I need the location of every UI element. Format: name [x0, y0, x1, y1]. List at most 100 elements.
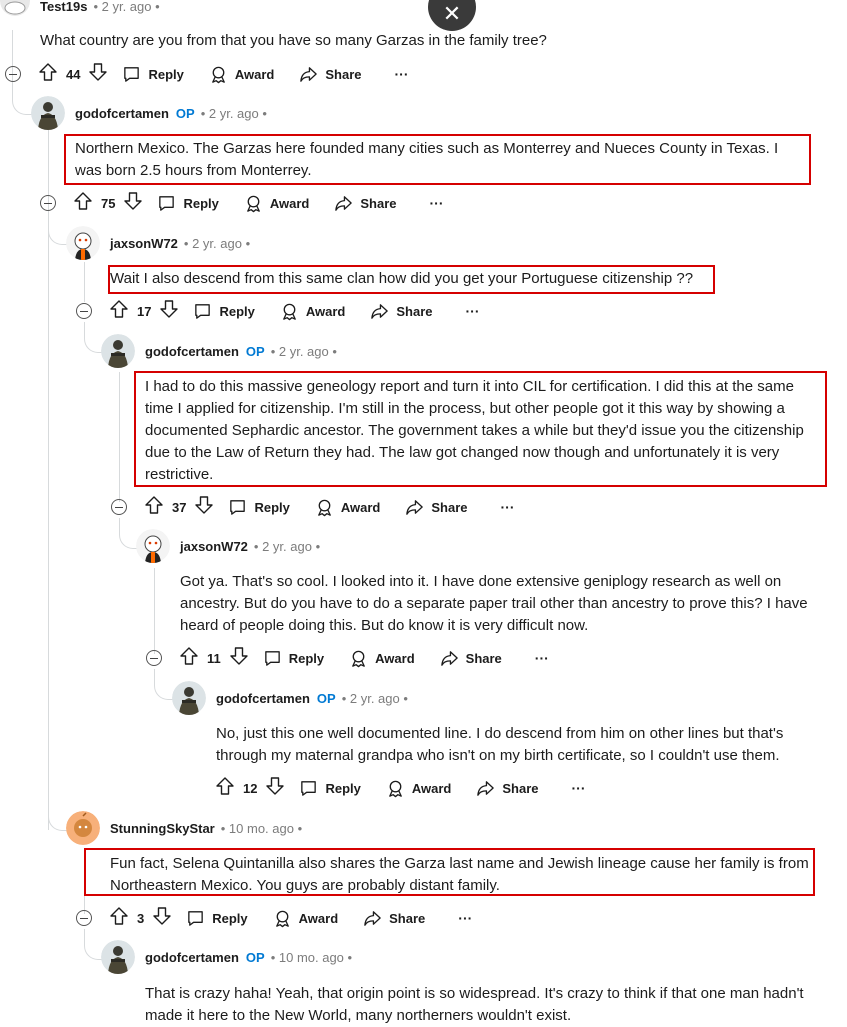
author-name[interactable]: godofcertamen: [216, 691, 310, 706]
downvote-button[interactable]: [194, 495, 214, 520]
comment-meta: jaxsonW72 • 2 yr. ago •: [110, 233, 250, 253]
award-button[interactable]: Award: [349, 649, 415, 668]
upvote-button[interactable]: [215, 776, 235, 801]
comment-actions: 17 Reply Award Share ···: [76, 297, 480, 325]
comment-meta: godofcertamen OP • 2 yr. ago •: [216, 688, 408, 708]
author-name[interactable]: godofcertamen: [145, 344, 239, 359]
downvote-icon: [124, 191, 143, 210]
comment-actions: 44 Reply Award Share ···: [5, 60, 409, 88]
comment-actions: 3 Reply Award Share ···: [76, 904, 472, 932]
downvote-button[interactable]: [123, 191, 143, 216]
comment-actions: 12 Reply Award Share ···: [215, 774, 586, 802]
collapse-thread-button[interactable]: [111, 499, 127, 515]
share-button[interactable]: Share: [299, 65, 362, 84]
share-button[interactable]: Share: [363, 909, 425, 928]
timestamp[interactable]: • 2 yr. ago •: [271, 344, 337, 359]
share-button[interactable]: Share: [440, 649, 502, 668]
more-options-button[interactable]: ···: [395, 66, 409, 82]
award-icon: [283, 303, 296, 320]
more-options-button[interactable]: ···: [466, 303, 480, 319]
comment-body: Fun fact, Selena Quintanilla also shares…: [110, 855, 809, 894]
reply-button[interactable]: Reply: [193, 302, 255, 321]
more-options-button[interactable]: ···: [535, 650, 549, 666]
avatar[interactable]: [66, 811, 100, 845]
timestamp[interactable]: • 2 yr. ago •: [254, 539, 320, 554]
collapse-thread-button[interactable]: [76, 910, 92, 926]
timestamp[interactable]: • 2 yr. ago •: [93, 0, 159, 14]
timestamp[interactable]: • 10 mo. ago •: [271, 950, 352, 965]
downvote-button[interactable]: [159, 299, 179, 324]
comment-icon: [159, 195, 175, 211]
share-button[interactable]: Share: [370, 302, 433, 321]
upvote-button[interactable]: [109, 299, 129, 324]
comment-meta: godofcertamen OP • 10 mo. ago •: [145, 947, 352, 967]
award-icon: [212, 66, 225, 83]
author-name[interactable]: Test19s: [40, 0, 87, 14]
author-name[interactable]: jaxsonW72: [110, 236, 178, 251]
timestamp[interactable]: • 10 mo. ago •: [221, 821, 302, 836]
downvote-button[interactable]: [265, 776, 285, 801]
more-options-button[interactable]: ···: [501, 499, 515, 515]
avatar[interactable]: [101, 940, 135, 974]
vote-score: 37: [172, 499, 187, 515]
reply-button[interactable]: Reply: [263, 649, 324, 668]
comment-body: No, just this one well documented line. …: [216, 725, 784, 764]
comment-meta: StunningSkyStar • 10 mo. ago •: [110, 818, 302, 838]
more-options-button[interactable]: ···: [572, 780, 586, 796]
reply-button[interactable]: Reply: [186, 909, 248, 928]
comment-actions: 11 Reply Award Share ···: [146, 644, 549, 672]
award-icon: [318, 499, 331, 516]
author-name[interactable]: godofcertamen: [75, 106, 169, 121]
thread-elbow: [84, 929, 102, 960]
upvote-button[interactable]: [38, 62, 58, 87]
reply-button[interactable]: Reply: [122, 65, 184, 84]
reply-button[interactable]: Reply: [157, 194, 219, 213]
author-name[interactable]: StunningSkyStar: [110, 821, 215, 836]
avatar[interactable]: [0, 0, 30, 16]
share-button[interactable]: Share: [334, 194, 397, 213]
downvote-button[interactable]: [229, 646, 249, 671]
upvote-button[interactable]: [73, 191, 93, 216]
award-button[interactable]: Award: [315, 498, 380, 517]
downvote-button[interactable]: [152, 906, 172, 931]
award-button[interactable]: Award: [386, 779, 451, 798]
timestamp[interactable]: • 2 yr. ago •: [201, 106, 267, 121]
collapse-thread-button[interactable]: [146, 650, 162, 666]
award-button[interactable]: Award: [273, 909, 338, 928]
avatar[interactable]: [31, 96, 65, 130]
author-name[interactable]: godofcertamen: [145, 950, 239, 965]
collapse-thread-button[interactable]: [76, 303, 92, 319]
share-icon: [371, 303, 389, 319]
award-icon: [352, 650, 366, 667]
downvote-button[interactable]: [88, 62, 108, 87]
upvote-icon: [39, 62, 57, 81]
upvote-button[interactable]: [109, 906, 129, 931]
collapse-thread-button[interactable]: [5, 66, 21, 82]
upvote-button[interactable]: [144, 495, 164, 520]
collapse-thread-button[interactable]: [40, 195, 56, 211]
more-options-button[interactable]: ···: [430, 195, 444, 211]
author-name[interactable]: jaxsonW72: [180, 539, 248, 554]
award-button[interactable]: Award: [280, 302, 345, 321]
close-button[interactable]: ✕: [428, 0, 476, 31]
award-button[interactable]: Award: [209, 65, 274, 84]
vote-score: 75: [101, 195, 116, 211]
comment-icon: [188, 910, 204, 926]
timestamp[interactable]: • 2 yr. ago •: [184, 236, 250, 251]
avatar[interactable]: [101, 334, 135, 368]
more-options-button[interactable]: ···: [458, 910, 472, 926]
share-button[interactable]: Share: [476, 779, 539, 798]
reply-button[interactable]: Reply: [228, 498, 290, 517]
share-icon: [300, 66, 318, 82]
avatar[interactable]: [136, 529, 170, 563]
award-button[interactable]: Award: [244, 194, 309, 213]
timestamp[interactable]: • 2 yr. ago •: [342, 691, 408, 706]
avatar[interactable]: [66, 226, 100, 260]
comment-icon: [301, 780, 317, 796]
avatar[interactable]: [172, 681, 206, 715]
share-button[interactable]: Share: [405, 498, 468, 517]
share-icon: [406, 499, 424, 515]
reply-button[interactable]: Reply: [299, 779, 361, 798]
comment-icon: [195, 303, 211, 319]
upvote-button[interactable]: [179, 646, 199, 671]
